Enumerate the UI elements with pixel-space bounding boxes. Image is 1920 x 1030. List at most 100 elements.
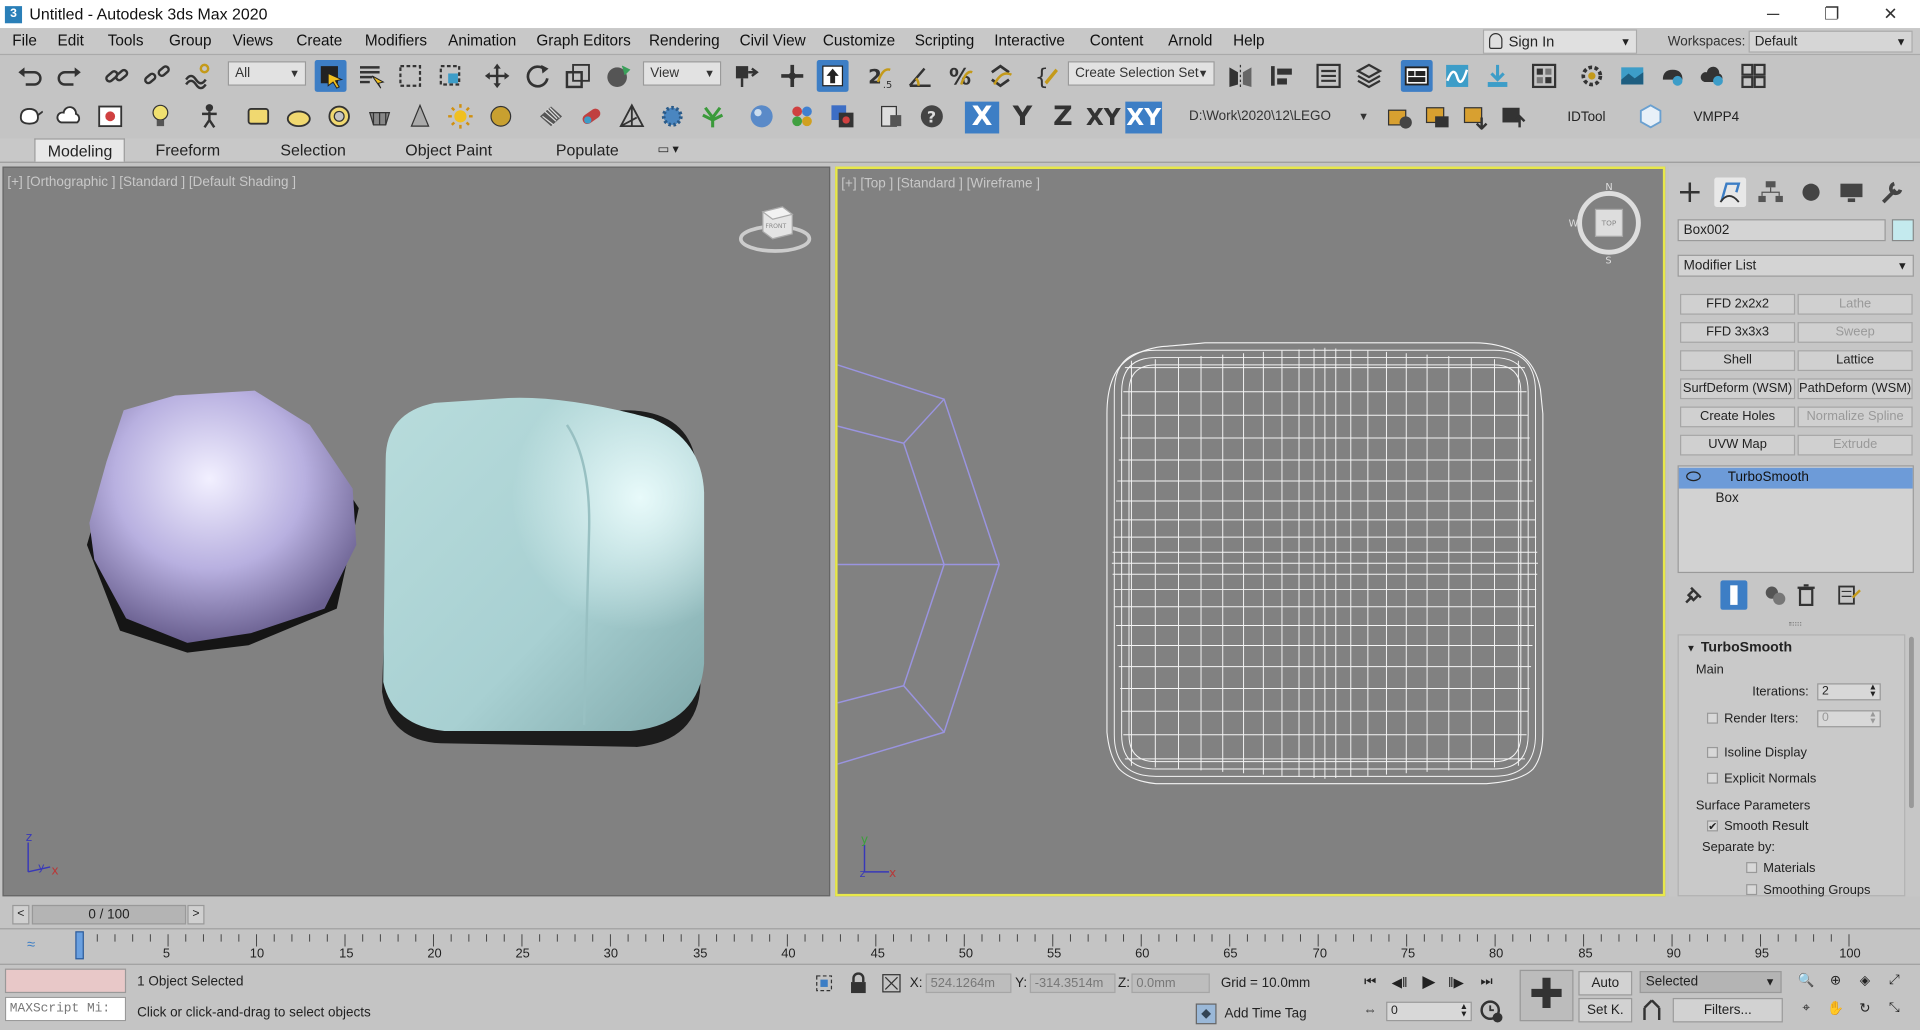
menu-animation[interactable]: Animation	[448, 32, 516, 49]
time-slider-next-button[interactable]: >	[187, 904, 205, 925]
stack-item-turbosmooth[interactable]: TurboSmooth	[1678, 467, 1913, 489]
geosphere-icon[interactable]	[364, 100, 396, 132]
rendered-frame-window-icon[interactable]	[1616, 60, 1648, 92]
modifier-lathe-button[interactable]: Lathe	[1797, 293, 1913, 315]
smooth-result-checkbox[interactable]: ✔	[1706, 820, 1718, 832]
torus-primitive-icon[interactable]	[323, 100, 355, 132]
render-iters-checkbox[interactable]	[1706, 712, 1718, 724]
spinner-arrows-icon[interactable]: ▲ ▼	[1869, 683, 1877, 699]
selection-filter[interactable]: All ▼	[227, 61, 307, 86]
tab-modeling[interactable]: Modeling	[34, 138, 125, 162]
object-name-field[interactable]: Box002	[1677, 219, 1886, 242]
x-coordinate-field[interactable]: 524.1264m	[925, 973, 1012, 994]
absolute-mode-icon[interactable]	[882, 973, 902, 993]
utilities-tab-icon[interactable]	[1876, 178, 1908, 207]
reference-coordinate-system[interactable]: View ▼	[642, 61, 722, 86]
mirror-icon[interactable]	[1225, 60, 1257, 92]
set-key-button[interactable]: Set K.	[1578, 997, 1633, 1023]
spinner-arrows-icon[interactable]: ▲ ▼	[1460, 1003, 1468, 1019]
box-primitive-icon[interactable]	[242, 100, 274, 132]
menu-graph-editors[interactable]: Graph Editors	[536, 32, 630, 49]
project-folder-select[interactable]: D:\Work\2020\12\LEGO ▼	[1181, 104, 1376, 129]
toggle-ribbon-icon[interactable]	[1400, 60, 1433, 92]
help-icon[interactable]: ?	[916, 100, 948, 132]
time-configuration-icon[interactable]	[1479, 999, 1503, 1023]
orbit-icon[interactable]: ↻	[1854, 1000, 1876, 1017]
modifier-create-holes-button[interactable]: Create Holes	[1680, 406, 1796, 428]
modifier-ffd-2x2x2-button[interactable]: FFD 2x2x2	[1680, 293, 1796, 315]
previous-frame-icon[interactable]: ◀‖	[1389, 975, 1411, 992]
viewcube[interactable]: FRONT	[738, 206, 812, 253]
zoom-extents-all-icon[interactable]: ⤢	[1883, 972, 1905, 989]
axis-xy-button[interactable]: XY	[1084, 102, 1123, 134]
undo-icon[interactable]	[13, 60, 45, 92]
make-unique-icon[interactable]	[1762, 583, 1789, 607]
schematic-view-icon[interactable]	[1482, 60, 1514, 92]
set-project-folder-icon[interactable]	[1384, 100, 1416, 132]
tab-freeform[interactable]: Freeform	[156, 138, 221, 161]
modifier-surfdeform-button[interactable]: SurfDeform (WSM)	[1680, 378, 1796, 400]
grid-object-icon[interactable]	[535, 100, 567, 132]
gear-icon[interactable]	[656, 100, 688, 132]
isoline-display-checkbox[interactable]	[1706, 746, 1718, 758]
biped-icon[interactable]	[193, 100, 225, 132]
sky-dome-icon[interactable]	[485, 100, 517, 132]
lock-icon[interactable]	[849, 972, 869, 994]
time-tag-icon[interactable]	[1195, 1003, 1217, 1025]
pyramid-icon[interactable]	[616, 100, 648, 132]
auto-key-button[interactable]: Auto	[1578, 971, 1633, 996]
window-crossing-icon[interactable]	[435, 60, 467, 92]
modifier-sweep-button[interactable]: Sweep	[1797, 322, 1913, 343]
select-object-icon[interactable]	[314, 60, 347, 92]
key-filter-select[interactable]: Selected ▼	[1639, 971, 1782, 994]
spinner-snap-icon[interactable]	[984, 60, 1016, 92]
menu-group[interactable]: Group	[169, 32, 212, 49]
modifier-pathdeform-button[interactable]: PathDeform (WSM)	[1797, 378, 1913, 400]
multi-material-icon[interactable]	[786, 100, 818, 132]
maxscript-listener[interactable]	[4, 968, 127, 994]
sign-in-button[interactable]: Sign In ▼	[1482, 29, 1638, 54]
menu-interactive[interactable]: Interactive	[994, 32, 1065, 49]
place-icon[interactable]	[602, 60, 634, 92]
pin-stack-icon[interactable]	[1681, 583, 1705, 607]
tab-selection[interactable]: Selection	[280, 138, 345, 161]
motion-tab-icon[interactable]	[1795, 178, 1827, 207]
smoothing-groups-checkbox[interactable]	[1746, 884, 1758, 896]
render-iters-spinner[interactable]: 0 ▲ ▼	[1817, 710, 1881, 728]
modify-tab-icon[interactable]	[1714, 177, 1747, 207]
maxscript-mini-listener[interactable]: MAXScript Mi:	[4, 996, 127, 1022]
filters-button[interactable]: Filters...	[1672, 997, 1783, 1023]
unlink-icon[interactable]	[141, 60, 173, 92]
iterations-spinner[interactable]: 2 ▲ ▼	[1817, 683, 1881, 701]
modifier-ffd-3x3x3-button[interactable]: FFD 3x3x3	[1680, 322, 1796, 343]
maximize-viewport-icon[interactable]: ⤡	[1883, 1000, 1905, 1017]
current-frame-marker[interactable]	[75, 931, 84, 960]
modifier-extrude-button[interactable]: Extrude	[1797, 434, 1913, 456]
render-setup-icon[interactable]	[1576, 60, 1608, 92]
rectangular-selection-icon[interactable]	[394, 60, 426, 92]
layer-explorer-icon[interactable]	[1353, 60, 1385, 92]
a360-gallery-icon[interactable]	[1738, 60, 1770, 92]
collapse-arrow-icon[interactable]: ▼	[1686, 643, 1696, 654]
zoom-all-icon[interactable]: ⊕	[1825, 972, 1847, 989]
sun-light-icon[interactable]	[444, 100, 476, 132]
add-time-tag-button[interactable]: Add Time Tag	[1225, 1007, 1307, 1022]
axis-xy-toggle-button[interactable]: XY	[1125, 101, 1163, 134]
render-frame-icon[interactable]	[94, 100, 126, 132]
cone-primitive-icon[interactable]	[404, 100, 436, 132]
menu-file[interactable]: File	[12, 32, 37, 49]
zoom-icon[interactable]: 🔍	[1795, 972, 1817, 989]
menu-rendering[interactable]: Rendering	[649, 32, 720, 49]
z-coordinate-field[interactable]: 0.0mm	[1131, 973, 1210, 994]
light-bulb-icon[interactable]	[144, 100, 176, 132]
tab-object-paint[interactable]: Object Paint	[405, 138, 492, 161]
workspace-select[interactable]: Default ▼	[1748, 30, 1913, 53]
named-selection-set[interactable]: Create Selection Set ▼	[1067, 61, 1215, 86]
viewport-orthographic[interactable]: [+] [Orthographic ] [Standard ] [Default…	[2, 166, 831, 897]
materials-checkbox[interactable]	[1746, 862, 1758, 874]
zoom-extents-icon[interactable]: ◈	[1854, 972, 1876, 989]
select-by-name-icon[interactable]	[355, 60, 387, 92]
stack-item-box[interactable]: Box	[1716, 491, 1739, 506]
foliage-icon[interactable]	[697, 100, 729, 132]
key-mode-toggle-icon[interactable]: ⇔	[1359, 1003, 1381, 1020]
